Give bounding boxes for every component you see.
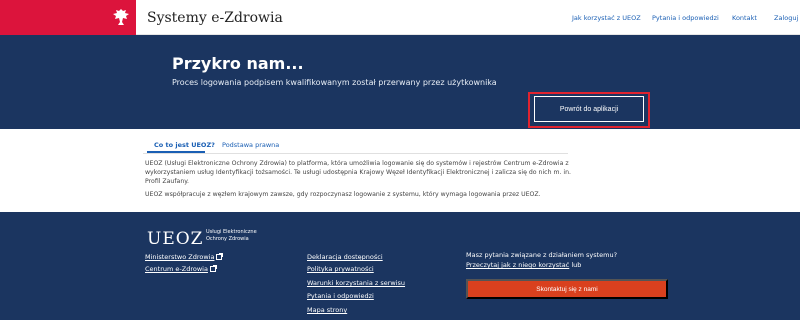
error-hero: Przykro nam... Proces logowania podpisem… [0, 35, 800, 129]
top-header: Systemy e-Zdrowia Jak korzystać z UEOZ P… [0, 0, 800, 35]
polish-eagle-icon [113, 9, 129, 25]
ueoz-logo: UEOZ [147, 229, 204, 249]
logo-sub-line1: Usługi Elektroniczne [206, 229, 257, 235]
contact-us-button[interactable]: Skontaktuj się z nami [466, 279, 668, 299]
footer-link-cez[interactable]: Centrum e-Zdrowia [145, 265, 217, 273]
tab-legal-basis[interactable]: Podstawa prawna [222, 141, 279, 149]
footer-link-ministry[interactable]: Ministerstwo Zdrowia [145, 253, 224, 261]
info-paragraph-2: UEOZ współpracuje z węzłem krajowym zaws… [145, 191, 541, 198]
footer-link-faq[interactable]: Pytania i odpowiedzi [307, 292, 374, 300]
footer-link-cez-label: Centrum e-Zdrowia [145, 265, 208, 273]
error-title: Przykro nam... [172, 54, 304, 73]
nav-contact[interactable]: Kontakt [732, 14, 757, 22]
read-suffix: lub [569, 261, 582, 269]
footer-question: Masz pytania związane z działaniem syste… [466, 251, 618, 259]
footer [0, 212, 800, 320]
footer-read-line: Przeczytaj jak z niego korzystać lub [466, 261, 581, 269]
footer-link-sitemap[interactable]: Mapa strony [307, 306, 347, 314]
info-paragraph-line1: UEOZ (Usługi Elektroniczne Ochrony Zdrow… [145, 160, 569, 167]
external-link-icon [209, 265, 217, 272]
site-title[interactable]: Systemy e-Zdrowia [147, 10, 283, 26]
footer-link-ministry-label: Ministerstwo Zdrowia [145, 253, 215, 261]
footer-link-terms[interactable]: Warunki korzystania z serwisu [307, 279, 405, 287]
nav-login[interactable]: Zaloguj si [774, 14, 800, 22]
footer-link-privacy[interactable]: Polityka prywatności [307, 265, 374, 273]
page: Systemy e-Zdrowia Jak korzystać z UEOZ P… [0, 0, 800, 320]
info-paragraph-line2: wykorzystaniem usług Identyfikacji tożsa… [145, 169, 572, 176]
logo-sub-line2: Ochrony Zdrowia [206, 236, 249, 242]
tab-what-is-ueoz[interactable]: Co to jest UEOZ? [154, 141, 215, 149]
footer-link-accessibility[interactable]: Deklaracja dostępności [307, 253, 383, 261]
tab-divider [143, 153, 568, 154]
nav-faq[interactable]: Pytania i odpowiedzi [652, 14, 719, 22]
ueoz-logo-subtitle: Usługi Elektroniczne Ochrony Zdrowia [206, 229, 257, 243]
error-message: Proces logowania podpisem kwalifikowanym… [172, 78, 497, 87]
nav-how-to-use[interactable]: Jak korzystać z UEOZ [572, 14, 641, 22]
read-how-to-use-link[interactable]: Przeczytaj jak z niego korzystać [466, 261, 569, 269]
back-to-app-button[interactable]: Powrót do aplikacji [534, 96, 644, 122]
info-paragraph-line3: Profil Zaufany. [145, 178, 189, 185]
external-link-icon [216, 253, 224, 260]
